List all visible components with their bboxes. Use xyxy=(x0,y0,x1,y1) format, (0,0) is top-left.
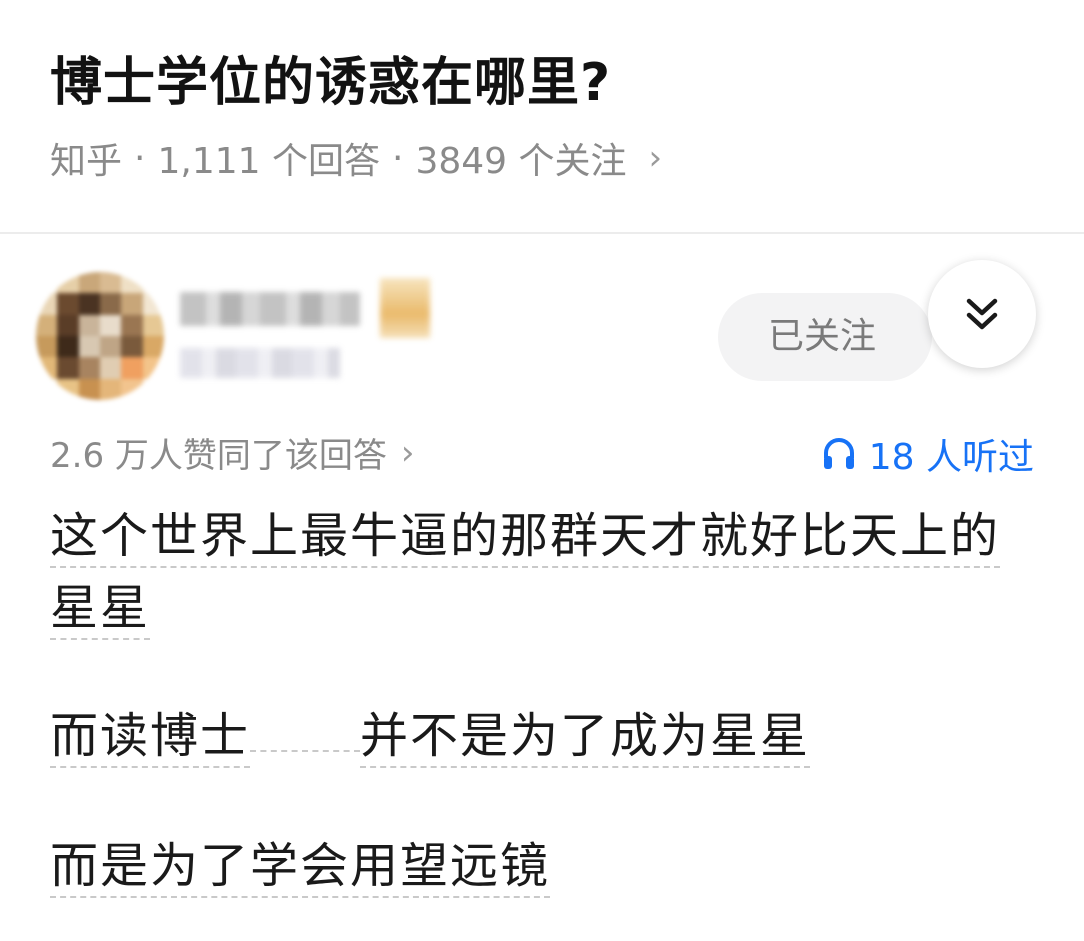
chevron-right-icon: › xyxy=(400,432,415,473)
paragraph-text: 而是为了学会用望远镜 xyxy=(50,838,551,898)
answer-paragraph: 这个世界上最牛逼的那群天才就好比天上的星星 xyxy=(50,500,1040,644)
divider xyxy=(0,232,1084,234)
answer-paragraph: 而是为了学会用望远镜 xyxy=(50,830,551,902)
separator-dot: · xyxy=(391,137,404,179)
avatar[interactable] xyxy=(36,272,164,400)
paragraph-text: 并不是为了成为星星 xyxy=(360,708,811,768)
author-headline-redacted xyxy=(180,348,340,378)
question-title[interactable]: 博士学位的诱惑在哪里? xyxy=(50,40,611,115)
author-name-redacted[interactable] xyxy=(180,292,360,326)
separator-dot: · xyxy=(134,137,146,179)
double-chevron-down-icon xyxy=(966,298,998,330)
paragraph-gap xyxy=(250,748,361,752)
answer-count: 1,111 个回答 xyxy=(157,141,380,182)
expand-button[interactable] xyxy=(928,260,1036,368)
question-meta[interactable]: 知乎 · 1,111 个回答 · 3849 个关注 › xyxy=(50,132,662,184)
follower-count: 3849 个关注 xyxy=(415,141,627,182)
followed-button[interactable]: 已关注 xyxy=(718,293,932,381)
listen-count[interactable]: 18 人听过 xyxy=(821,428,1034,480)
paragraph-text: 而读博士 xyxy=(50,708,251,768)
author-badge-redacted xyxy=(380,278,430,338)
likes-text: 2.6 万人赞同了该回答 xyxy=(50,436,387,476)
zhihu-answer-page: 博士学位的诱惑在哪里? 知乎 · 1,111 个回答 · 3849 个关注 › … xyxy=(0,0,1084,941)
chevron-right-icon: › xyxy=(648,138,663,178)
paragraph-text: 这个世界上最牛逼的那群天才就好比天上的星星 xyxy=(50,508,1001,640)
source-label: 知乎 xyxy=(50,141,123,182)
headphones-icon xyxy=(823,438,854,469)
answer-paragraph: 而读博士 并不是为了成为星星 xyxy=(50,700,811,772)
likes-summary[interactable]: 2.6 万人赞同了该回答 › xyxy=(50,428,415,477)
listen-text: 18 人听过 xyxy=(868,437,1034,478)
